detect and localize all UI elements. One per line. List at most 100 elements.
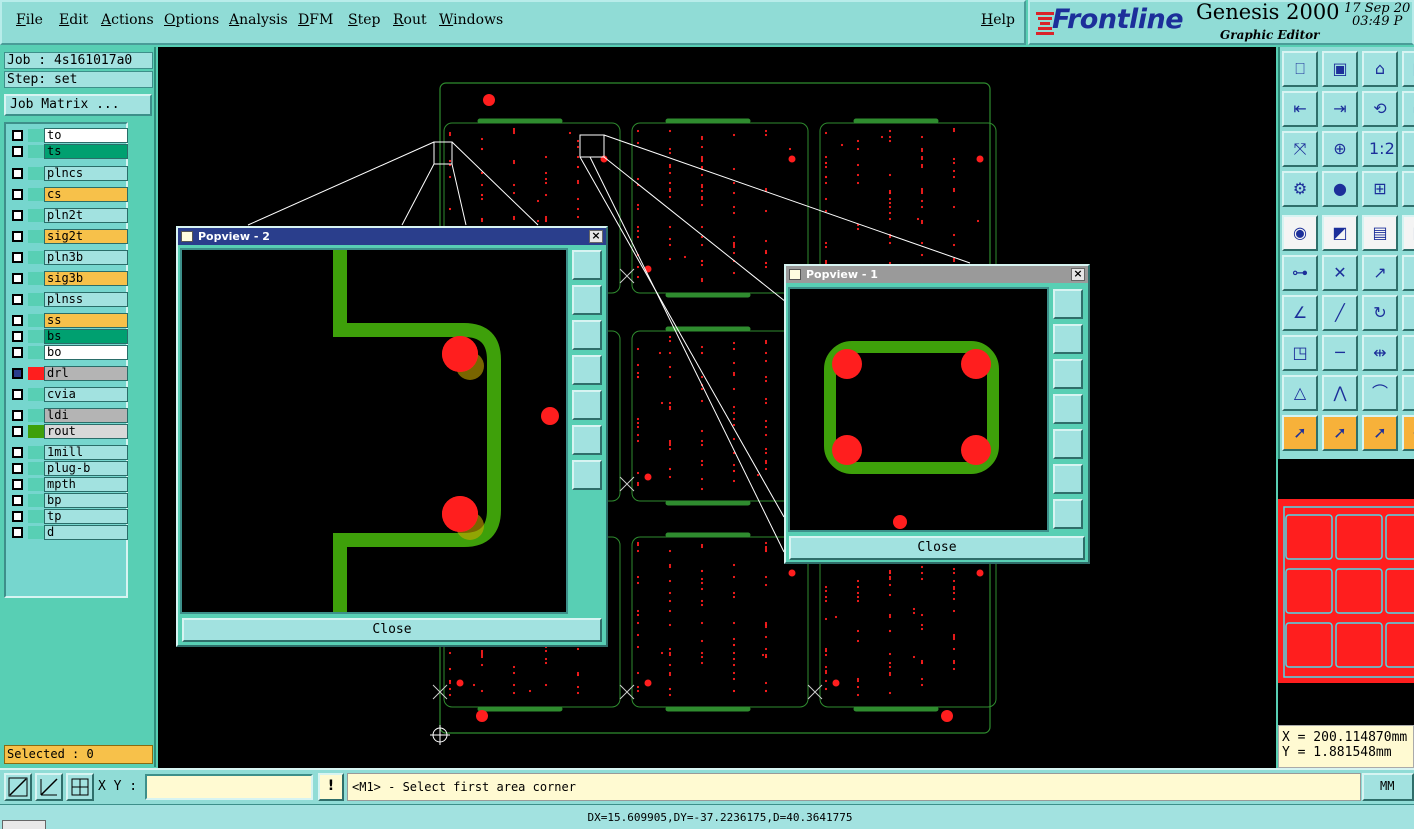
measure-icon[interactable]: ⚙ [1282,171,1318,207]
layer-checkbox[interactable] [12,231,23,242]
layer-row-bp[interactable]: bp [10,493,128,508]
layer-name[interactable]: tp [44,509,128,524]
pan-left-icon[interactable]: ⇤ [1282,91,1318,127]
layer-row-drl[interactable]: drl [10,366,128,381]
layer-list-scrollbar[interactable] [130,122,152,598]
snap-icon[interactable]: ⊡ [1402,171,1414,207]
layer-checkbox[interactable] [12,189,23,200]
home-step-icon[interactable]: ⎕ [1282,51,1318,87]
arch-icon[interactable]: ⌒ [1362,375,1398,411]
pan-down-button[interactable] [1053,359,1083,389]
layer-checkbox[interactable] [12,495,23,506]
scale-1-2-icon[interactable]: 1:2 [1362,131,1398,167]
line-tool-icon[interactable]: ◩ [1322,215,1358,251]
layer-name[interactable]: cvia [44,387,128,402]
overview-map[interactable] [1278,497,1414,685]
layer-checkbox[interactable] [12,252,23,263]
zoom-home-icon[interactable]: ▣ [1322,51,1358,87]
layer-row-bs[interactable]: bs [10,329,128,344]
layer-row-sig3b[interactable]: sig3b [10,271,128,286]
popview-1-window[interactable]: Popview - 1 × Close [784,264,1090,564]
menu-edit[interactable]: Edit [59,12,88,28]
layer-checkbox[interactable] [12,294,23,305]
popview-2-view[interactable] [180,248,568,614]
layer-name[interactable]: rout [44,424,128,439]
zoom-out-button[interactable] [1053,499,1083,529]
layer-checkbox[interactable] [12,168,23,179]
layer-name[interactable]: bp [44,493,128,508]
popview-2-close-icon[interactable]: × [589,230,603,243]
corner-icon[interactable]: ◳ [1282,335,1318,371]
step-icon[interactable]: ▥ [1402,51,1414,87]
layer-row-bo[interactable]: bo [10,345,128,360]
pan-right-button[interactable] [1053,429,1083,459]
pan-down-button[interactable] [572,320,602,350]
layer-row-pln3b[interactable]: pln3b [10,250,128,265]
menu-rout[interactable]: Rout [393,12,427,28]
frame-icon[interactable]: ▯ [1402,131,1414,167]
layer-name[interactable]: cs [44,187,128,202]
select-arrow-icon[interactable]: ➚ [1282,415,1318,451]
layer-checkbox[interactable] [12,426,23,437]
layer-row-1mill[interactable]: 1mill [10,445,128,460]
popview-2-titlebar[interactable]: Popview - 2 × [178,228,606,245]
layer-name[interactable]: ss [44,313,128,328]
menu-dfm[interactable]: DFM [298,12,333,28]
menu-actions[interactable]: Actions [101,12,154,28]
layer-name[interactable]: mpth [44,477,128,492]
layer-checkbox[interactable] [12,331,23,342]
layer-name[interactable]: 1mill [44,445,128,460]
snap-off-icon[interactable] [4,773,32,801]
layer-row-cvia[interactable]: cvia [10,387,128,402]
page-icon[interactable]: ▭ [1402,91,1414,127]
measure-span-icon[interactable]: ⇹ [1362,335,1398,371]
job-matrix-button[interactable]: Job Matrix ... [4,94,152,116]
layer-checkbox[interactable] [12,146,23,157]
layer-checkbox[interactable] [12,347,23,358]
pan-up-button[interactable] [1053,324,1083,354]
layer-name[interactable]: plug-b [44,461,128,476]
layer-row-ts[interactable]: ts [10,144,128,159]
layer-row-mpth[interactable]: mpth [10,477,128,492]
menu-help[interactable]: Help [981,12,1015,28]
layer-name[interactable]: ldi [44,408,128,423]
layer-name[interactable]: drl [44,366,128,381]
popview-2-close-button[interactable]: Close [182,618,602,642]
bracket-icon[interactable]: ⟦ [1402,335,1414,371]
layer-checkbox[interactable] [12,210,23,221]
layer-checkbox[interactable] [12,315,23,326]
layer-row-to[interactable]: to [10,128,128,143]
triangle-icon[interactable]: △ [1282,375,1318,411]
layer-name[interactable]: ts [44,144,128,159]
layer-checkbox[interactable] [12,368,23,379]
zoom-window-button[interactable] [1053,289,1083,319]
layer-name[interactable]: plnss [44,292,128,307]
xy-input[interactable] [145,774,313,800]
layer-row-d[interactable]: d [10,525,128,540]
rotate-icon[interactable]: ↻ [1362,295,1398,331]
layer-row-plncs[interactable]: plncs [10,166,128,181]
layer-name[interactable]: bs [44,329,128,344]
units-toggle[interactable]: MM [1362,773,1414,801]
layer-name[interactable]: pln3b [44,250,128,265]
layer-checkbox[interactable] [12,410,23,421]
zoom-in-button[interactable] [572,425,602,455]
zoom-out-button[interactable] [572,460,602,490]
popview-1-close-button[interactable]: Close [789,536,1085,560]
ruler-icon[interactable]: ▤ [1362,215,1398,251]
layer-name[interactable]: plncs [44,166,128,181]
layer-name[interactable]: bo [44,345,128,360]
bar-icon[interactable]: ═ [1402,295,1414,331]
layer-name[interactable]: d [44,525,128,540]
layer-checkbox[interactable] [12,527,23,538]
popview-1-close-icon[interactable]: × [1071,268,1085,281]
layer-checkbox[interactable] [12,130,23,141]
layer-checkbox[interactable] [12,463,23,474]
pan-right-button[interactable] [572,390,602,420]
probe-icon[interactable]: ● [1322,171,1358,207]
zoom-window-button[interactable] [572,250,602,280]
arrow-node-icon[interactable]: ↗ [1362,255,1398,291]
slope-icon[interactable]: ⟋ [1402,375,1414,411]
dash-icon[interactable]: ⇌ [1402,255,1414,291]
window-menu-icon[interactable] [181,231,193,242]
